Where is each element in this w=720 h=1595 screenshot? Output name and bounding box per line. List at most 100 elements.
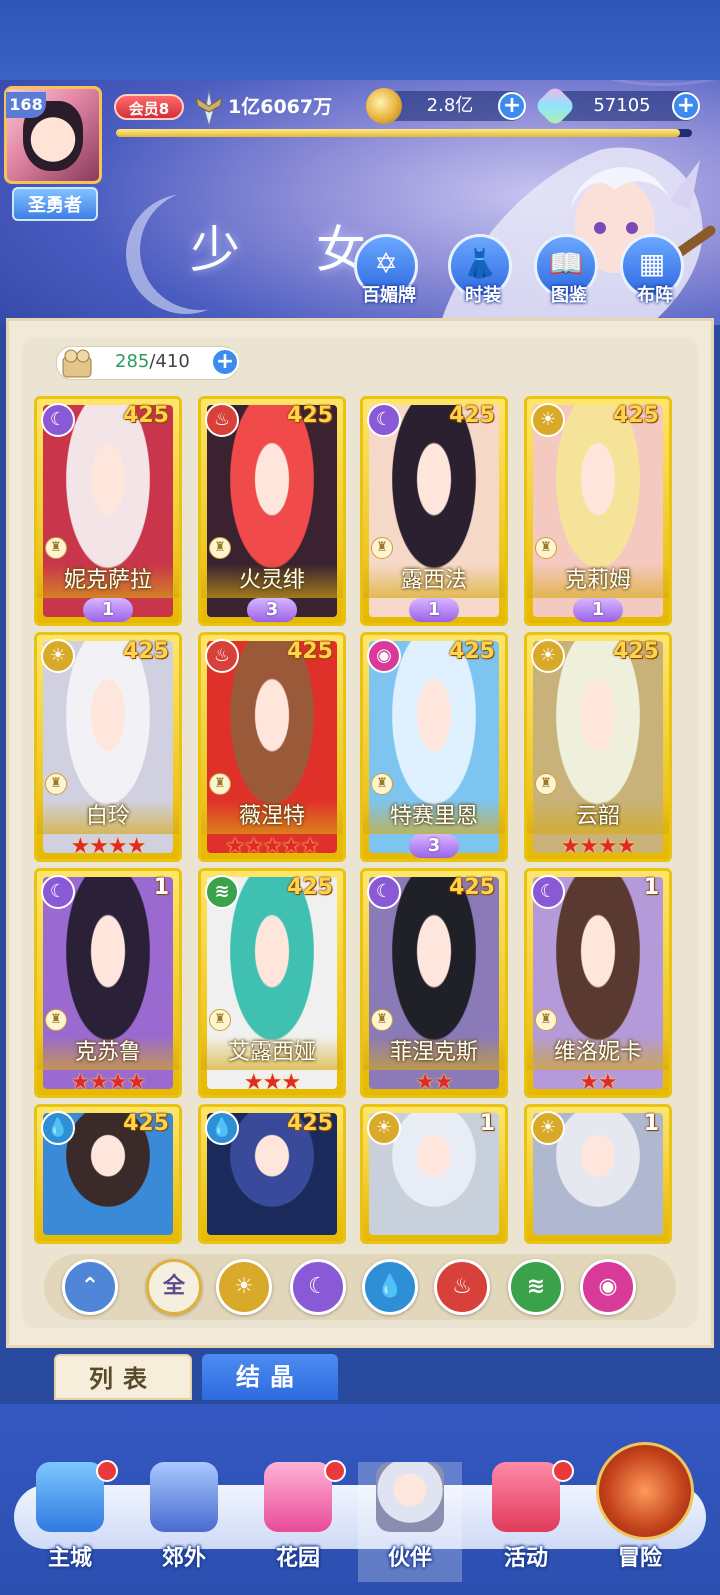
filter-water-button[interactable]: 💧 [362,1259,418,1315]
character-level: 1 [479,1111,495,1136]
vip-badge[interactable]: 会员8 [114,94,184,120]
role-icon: ♜ [45,773,67,795]
formation-label: 布阵 [637,285,673,306]
player-level: 168 [6,92,46,118]
card-book-button[interactable]: ✡ 百媚牌 [354,234,418,306]
filter-pink-button[interactable]: ◉ [580,1259,636,1315]
character-level: 425 [613,403,659,428]
character-card[interactable]: ☀ 1 [524,1104,672,1244]
character-card[interactable]: ♨ 425 ♜ 薇涅特 ★★★★★ [198,632,346,862]
power-sword-icon [195,89,223,128]
character-card[interactable]: ☾ 425 ♜ 妮克萨拉 1 [34,396,182,626]
gold-value: 2.8亿 [426,95,474,116]
character-card[interactable]: ≋ 425 ♜ 艾露西娅 ★★★ [198,868,346,1098]
awaken-wing-badge: 3 [409,834,459,858]
castle-icon [36,1462,104,1532]
top-strip [0,0,720,80]
role-icon: ♜ [45,1009,67,1031]
sun-element-icon: ☀ [41,639,75,673]
awaken-wing-badge: 3 [247,598,297,622]
character-name: 薇涅特 [201,800,343,834]
filter-fire-button[interactable]: ♨ [434,1259,490,1315]
formation-button[interactable]: ▦ 布阵 [620,234,684,306]
character-card[interactable]: ☾ 425 ♜ 菲涅克斯 ★★ [360,868,508,1098]
sun-element-icon: ☀ [531,403,565,437]
role-icon: ♜ [535,537,557,559]
nav-partner[interactable]: 伙伴 [358,1462,462,1582]
character-card[interactable]: 💧 425 [34,1104,182,1244]
character-level: 1 [153,875,169,900]
star-rating: ★★★★ [70,1070,147,1095]
tab-crystal[interactable]: 结晶 [202,1354,338,1400]
capacity-current: 285 [115,351,150,372]
costume-icon: 👗 [462,247,498,280]
nav-label: 伙伴 [387,1546,432,1571]
role-icon: ♜ [209,1009,231,1031]
gem-counter: 57105 + [533,84,700,128]
role-icon: ♜ [535,773,557,795]
character-name: 克莉姆 [527,564,669,598]
character-card[interactable]: ♨ 425 ♜ 火灵绯 3 [198,396,346,626]
character-name: 艾露西娅 [201,1036,343,1070]
filter-all-button[interactable]: 全 [146,1259,202,1315]
sun-element-icon: ☀ [531,639,565,673]
character-level: 425 [287,403,333,428]
experience-bar [116,129,692,137]
gift-icon [492,1462,560,1532]
character-card[interactable]: ☾ 1 ♜ 克苏鲁 ★★★★ [34,868,182,1098]
character-card[interactable]: 💧 425 [198,1104,346,1244]
sun-element-icon: ☀ [367,1111,401,1145]
filter-sun-button[interactable]: ☀ [216,1259,272,1315]
role-icon: ♜ [209,537,231,559]
character-card[interactable]: ☀ 1 [360,1104,508,1244]
gallery-button[interactable]: 📖 图鉴 [534,234,598,306]
nav-adventure[interactable]: 冒险 [588,1442,694,1582]
nav-castle[interactable]: 主城 [18,1460,122,1582]
heart-garden-icon [264,1462,332,1532]
character-card[interactable]: ☀ 425 ♜ 云韶 ★★★★ [524,632,672,862]
character-name: 火灵绯 [201,564,343,598]
nav-heart-garden[interactable]: 花园 [246,1460,350,1582]
awaken-wing-badge: 1 [409,598,459,622]
nav-gift[interactable]: 活动 [474,1460,578,1582]
nav-label: 郊外 [161,1546,206,1571]
gallery-book-icon: 📖 [548,247,584,280]
awaken-wing-badge: 1 [83,598,133,622]
costume-button[interactable]: 👗 时装 [448,234,512,306]
filter-moon-button[interactable]: ☾ [290,1259,346,1315]
nav-portal[interactable]: 郊外 [132,1462,236,1582]
notification-dot [552,1460,574,1482]
water-element-icon: 💧 [41,1111,75,1145]
character-level: 425 [287,639,333,664]
character-name: 菲涅克斯 [363,1036,505,1070]
gem-value: 57105 [593,95,651,116]
star-rating: ★★★★★ [225,834,320,859]
tab-list[interactable]: 列表 [54,1354,192,1400]
water-element-icon: 💧 [205,1111,239,1145]
moon-element-icon: ☾ [531,875,565,909]
formation-grid-icon: ▦ [638,247,666,280]
wind-element-icon: ≋ [205,875,239,909]
title-badge[interactable]: 圣勇者 [12,187,98,221]
add-gem-button[interactable]: + [672,92,700,120]
character-level: 425 [123,639,169,664]
character-name: 克苏鲁 [37,1036,179,1070]
notification-dot [96,1460,118,1482]
gold-coin-icon [366,88,402,124]
nav-label: 活动 [503,1546,548,1571]
partner-icon [376,1462,444,1532]
character-card[interactable]: ☀ 425 ♜ 克莉姆 1 [524,396,672,626]
expand-capacity-button[interactable]: + [211,348,239,376]
character-card[interactable]: ◉ 425 ♜ 特赛里恩 3 [360,632,508,862]
character-card[interactable]: ☾ 425 ♜ 露西法 1 [360,396,508,626]
character-card[interactable]: ☀ 425 ♜ 白玲 ★★★★ [34,632,182,862]
pink-element-icon: ◉ [367,639,401,673]
gold-counter: 2.8亿 + [366,88,526,124]
character-card[interactable]: ☾ 1 ♜ 维洛妮卡 ★★ [524,868,672,1098]
filter-wind-button[interactable]: ≋ [508,1259,564,1315]
filter-sort-button[interactable]: ⌃ [62,1259,118,1315]
add-gold-button[interactable]: + [498,92,526,120]
role-icon: ♜ [371,1009,393,1031]
character-level: 1 [643,1111,659,1136]
gallery-label: 图鉴 [551,285,587,306]
